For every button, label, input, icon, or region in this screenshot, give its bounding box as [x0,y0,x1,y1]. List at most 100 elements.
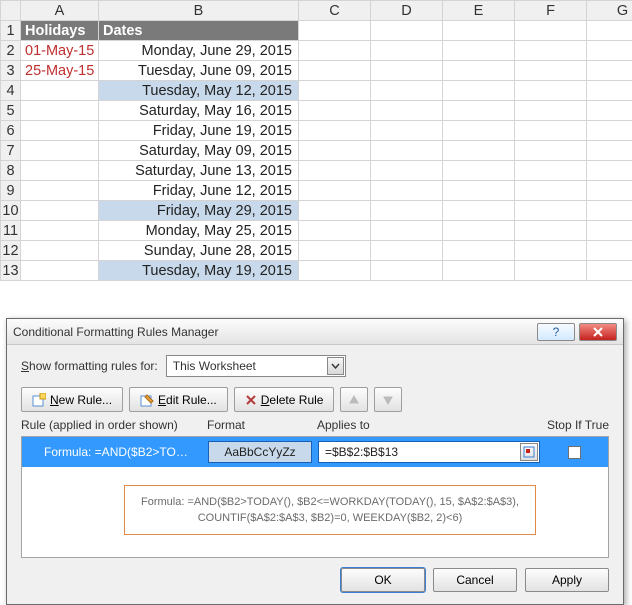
cancel-button[interactable]: Cancel [433,568,517,592]
empty-cell[interactable] [299,181,371,201]
cell-B[interactable]: Friday, June 19, 2015 [99,121,299,141]
empty-cell[interactable] [587,241,632,261]
cell-A[interactable] [21,261,99,281]
cell-A[interactable] [21,241,99,261]
cell-B[interactable]: Friday, May 29, 2015 [99,201,299,221]
empty-cell[interactable] [299,201,371,221]
empty-cell[interactable] [371,41,443,61]
empty-cell[interactable] [371,261,443,281]
cell-A[interactable] [21,81,99,101]
apply-button[interactable]: Apply [525,568,609,592]
empty-cell[interactable] [371,21,443,41]
cell-B[interactable]: Tuesday, May 19, 2015 [99,261,299,281]
empty-cell[interactable] [299,221,371,241]
select-all-corner[interactable] [1,1,21,21]
empty-cell[interactable] [515,221,587,241]
empty-cell[interactable] [371,101,443,121]
empty-cell[interactable] [299,241,371,261]
header-cell-A[interactable]: Holidays [21,21,99,41]
row-header[interactable]: 8 [1,161,21,181]
cell-B[interactable]: Monday, May 25, 2015 [99,221,299,241]
row-header[interactable]: 5 [1,101,21,121]
empty-cell[interactable] [371,81,443,101]
empty-cell[interactable] [443,101,515,121]
empty-cell[interactable] [515,201,587,221]
empty-cell[interactable] [371,241,443,261]
empty-cell[interactable] [587,101,632,121]
table-row[interactable]: 325-May-15Tuesday, June 09, 2015 [1,61,632,81]
empty-cell[interactable] [443,121,515,141]
new-rule-button[interactable]: New Rule... [21,387,123,412]
empty-cell[interactable] [587,41,632,61]
empty-cell[interactable] [587,221,632,241]
cell-B[interactable]: Saturday, June 13, 2015 [99,161,299,181]
cell-B[interactable]: Friday, June 12, 2015 [99,181,299,201]
empty-cell[interactable] [587,61,632,81]
empty-cell[interactable] [299,41,371,61]
cell-A[interactable] [21,141,99,161]
col-header-D[interactable]: D [371,1,443,21]
range-picker-button[interactable] [520,443,538,461]
ok-button[interactable]: OK [341,568,425,592]
row-header[interactable]: 4 [1,81,21,101]
col-header-G[interactable]: G [587,1,632,21]
stop-checkbox[interactable] [568,446,581,459]
empty-cell[interactable] [299,121,371,141]
cell-A[interactable] [21,221,99,241]
help-button[interactable]: ? [537,323,575,341]
cell-A[interactable] [21,161,99,181]
row-header[interactable]: 2 [1,41,21,61]
empty-cell[interactable] [587,21,632,41]
scope-combo[interactable]: This Worksheet [166,355,346,377]
empty-cell[interactable] [299,61,371,81]
table-row[interactable]: 6 Friday, June 19, 2015 [1,121,632,141]
empty-cell[interactable] [515,121,587,141]
empty-cell[interactable] [299,261,371,281]
table-row[interactable]: 11 Monday, May 25, 2015 [1,221,632,241]
empty-cell[interactable] [443,161,515,181]
cell-B[interactable]: Sunday, June 28, 2015 [99,241,299,261]
row-header[interactable]: 10 [1,201,21,221]
table-row[interactable]: 10 Friday, May 29, 2015 [1,201,632,221]
close-button[interactable] [579,323,617,341]
move-up-button[interactable] [340,387,368,412]
empty-cell[interactable] [515,21,587,41]
col-header-C[interactable]: C [299,1,371,21]
empty-cell[interactable] [299,101,371,121]
table-row[interactable]: 9Friday, June 12, 2015 [1,181,632,201]
cell-B[interactable]: Monday, June 29, 2015 [99,41,299,61]
empty-cell[interactable] [515,261,587,281]
cell-B[interactable]: Tuesday, May 12, 2015 [99,81,299,101]
row-header[interactable]: 12 [1,241,21,261]
cell-B[interactable]: Saturday, May 16, 2015 [99,101,299,121]
cell-A[interactable] [21,181,99,201]
rule-row[interactable]: Formula: =AND($B2>TO… AaBbCcYyZz =$B$2:$… [22,437,608,467]
table-row[interactable]: 4 Tuesday, May 12, 2015 [1,81,632,101]
col-header-A[interactable]: A [21,1,99,21]
empty-cell[interactable] [443,241,515,261]
row-header[interactable]: 11 [1,221,21,241]
table-row[interactable]: 12 Sunday, June 28, 2015 [1,241,632,261]
empty-cell[interactable] [443,201,515,221]
empty-cell[interactable] [515,81,587,101]
empty-cell[interactable] [515,41,587,61]
table-row[interactable]: 5 Saturday, May 16, 2015 [1,101,632,121]
cell-B[interactable]: Tuesday, June 09, 2015 [99,61,299,81]
empty-cell[interactable] [443,81,515,101]
row-header[interactable]: 1 [1,21,21,41]
cell-A[interactable] [21,101,99,121]
empty-cell[interactable] [371,141,443,161]
empty-cell[interactable] [443,61,515,81]
empty-cell[interactable] [443,21,515,41]
empty-cell[interactable] [587,81,632,101]
col-header-E[interactable]: E [443,1,515,21]
empty-cell[interactable] [443,181,515,201]
table-row[interactable]: 7 Saturday, May 09, 2015 [1,141,632,161]
empty-cell[interactable] [515,101,587,121]
row-header[interactable]: 7 [1,141,21,161]
cell-B[interactable]: Saturday, May 09, 2015 [99,141,299,161]
empty-cell[interactable] [299,161,371,181]
cell-A[interactable] [21,121,99,141]
table-row[interactable]: 13Tuesday, May 19, 2015 [1,261,632,281]
row-header[interactable]: 6 [1,121,21,141]
